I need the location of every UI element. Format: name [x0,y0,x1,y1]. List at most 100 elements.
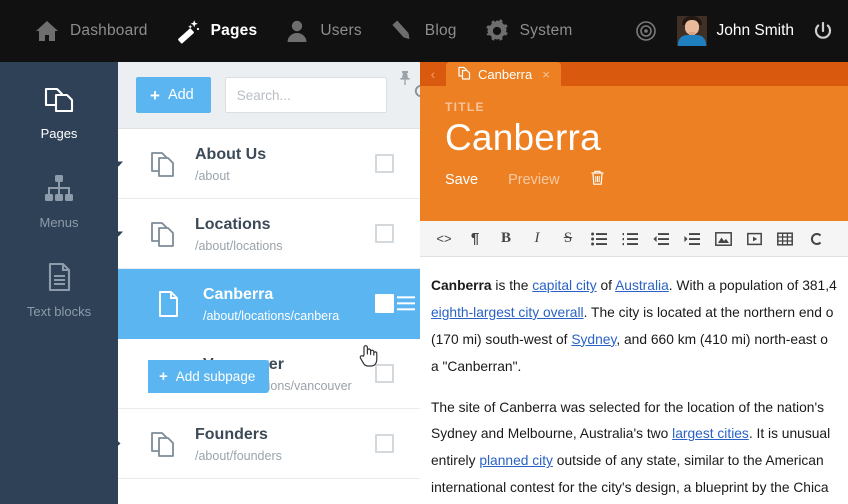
link-australia[interactable]: Australia [615,278,669,293]
tree-toolbar: + Add [118,62,420,129]
page-tree-panel: + Add [118,62,420,504]
chevron-down-icon[interactable] [118,153,129,175]
body-text: (170 mi) south-west of [431,332,571,347]
trash-icon[interactable] [590,169,605,191]
nav-item-dashboard[interactable]: Dashboard [20,0,161,62]
table-row[interactable]: Founders /about/founders [118,409,420,479]
drag-handle-icon[interactable] [397,293,415,314]
strikethrough-icon[interactable]: S [554,225,582,253]
italic-icon[interactable]: I [523,225,551,253]
nav-item-blog[interactable]: Blog [375,0,470,62]
pages-stack-icon [150,429,184,459]
preview-button[interactable]: Preview [508,172,560,188]
image-icon[interactable] [709,225,737,253]
body-text: , and 660 km (410 mi) north-east o [616,332,828,347]
paragraph-2: The site of Canberra was selected for th… [431,395,848,503]
link-largest-cities[interactable]: largest cities [672,426,749,441]
editor-body[interactable]: Canberra is the capital city of Australi… [420,257,848,502]
row-checkbox[interactable] [375,364,394,383]
table-icon[interactable] [771,225,799,253]
top-nav-right: John Smith [623,0,848,62]
link-capital-city[interactable]: capital city [532,278,596,293]
link-sydney[interactable]: Sydney [571,332,616,347]
rail-item-pages[interactable]: Pages [0,62,118,151]
table-row[interactable]: About Us /about [118,129,420,199]
row-checkbox[interactable] [375,294,394,313]
sitemap-icon [0,167,118,209]
nav-label-blog: Blog [425,22,457,40]
outdent-icon[interactable] [647,225,675,253]
link-planned-city[interactable]: planned city [479,453,553,468]
bullet-list-icon[interactable] [585,225,613,253]
body-text: Sydney and Melbourne, Australia's two [431,426,672,441]
rail-label-pages: Pages [0,126,118,141]
indent-icon[interactable] [678,225,706,253]
video-icon[interactable] [740,225,768,253]
bold-icon[interactable]: B [492,225,520,253]
body-text: international contest for the city's des… [431,480,829,495]
top-navigation-bar: Dashboard Pages Users [0,0,848,62]
table-row[interactable]: Locations /about/locations [118,199,420,269]
pin-icon[interactable] [398,70,412,91]
search-field[interactable] [225,77,387,113]
chevron-right-icon[interactable] [118,433,129,455]
row-path: /about/locations/canbera [203,309,375,323]
close-icon[interactable]: × [542,67,550,82]
row-path: /about/founders [195,449,375,463]
numbered-list-icon[interactable] [616,225,644,253]
tab-label: Canberra [478,67,532,82]
tab-canberra[interactable]: Canberra × [446,62,561,86]
pages-stack-icon [458,66,471,83]
pencil-icon [388,17,416,45]
row-checkbox[interactable] [375,224,394,243]
target-icon[interactable] [623,20,669,42]
body-text: entirely [431,453,479,468]
editor-actions: Save Preview [445,169,848,191]
page-editor-panel: ‹ Canberra × TITLE Canberra Save Preview [420,62,848,504]
body-text: outside of any state, similar to the Ame… [553,453,824,468]
link-icon[interactable] [802,225,830,253]
top-nav-items: Dashboard Pages Users [0,0,586,62]
avatar[interactable] [677,16,707,46]
page-tree-list: About Us /about Locations [118,129,420,479]
search-input[interactable] [237,88,414,103]
nav-item-system[interactable]: System [470,0,586,62]
code-icon[interactable]: <> [430,225,458,253]
paragraph-icon[interactable]: ¶ [461,225,489,253]
magic-wand-icon [174,17,202,45]
pages-stack-icon [150,149,184,179]
table-row-selected[interactable]: Canberra /about/locations/canbera [118,269,420,339]
rail-item-menus[interactable]: Menus [0,151,118,240]
user-icon [283,17,311,45]
row-checkbox[interactable] [375,434,394,453]
body-text: . With a population of 381,4 [669,278,837,293]
add-subpage-tooltip[interactable]: + Add subpage [148,360,269,393]
row-title: Canberra [203,286,273,303]
nav-label-dashboard: Dashboard [70,22,148,40]
body-text: is the [492,278,533,293]
editor-toolbar: <> ¶ B I S [420,221,848,257]
title-field-label: TITLE [445,100,848,114]
save-button[interactable]: Save [445,172,478,188]
nav-item-users[interactable]: Users [270,0,374,62]
nav-label-pages: Pages [211,22,258,40]
row-checkbox[interactable] [375,154,394,173]
rail-item-text-blocks[interactable]: Text blocks [0,240,118,329]
add-button[interactable]: + Add [136,77,211,113]
power-icon[interactable] [804,20,848,42]
row-texts: Founders /about/founders [195,425,375,463]
page-title[interactable]: Canberra [445,117,848,158]
gear-icon [483,17,511,45]
link-eighth-largest-city[interactable]: eighth-largest city overall [431,305,584,320]
username-label[interactable]: John Smith [716,22,804,40]
plus-icon: + [159,368,168,385]
tab-scroll-left-icon[interactable]: ‹ [420,62,446,86]
chevron-down-icon[interactable] [118,223,129,245]
pages-stack-icon [150,219,184,249]
row-texts: Canberra /about/locations/canbera [203,285,375,323]
body-text: . The city is located at the northern en… [584,305,834,320]
nav-item-pages[interactable]: Pages [161,0,271,62]
page-icon [158,289,192,319]
row-title: Locations [195,216,271,233]
row-title: About Us [195,146,266,163]
